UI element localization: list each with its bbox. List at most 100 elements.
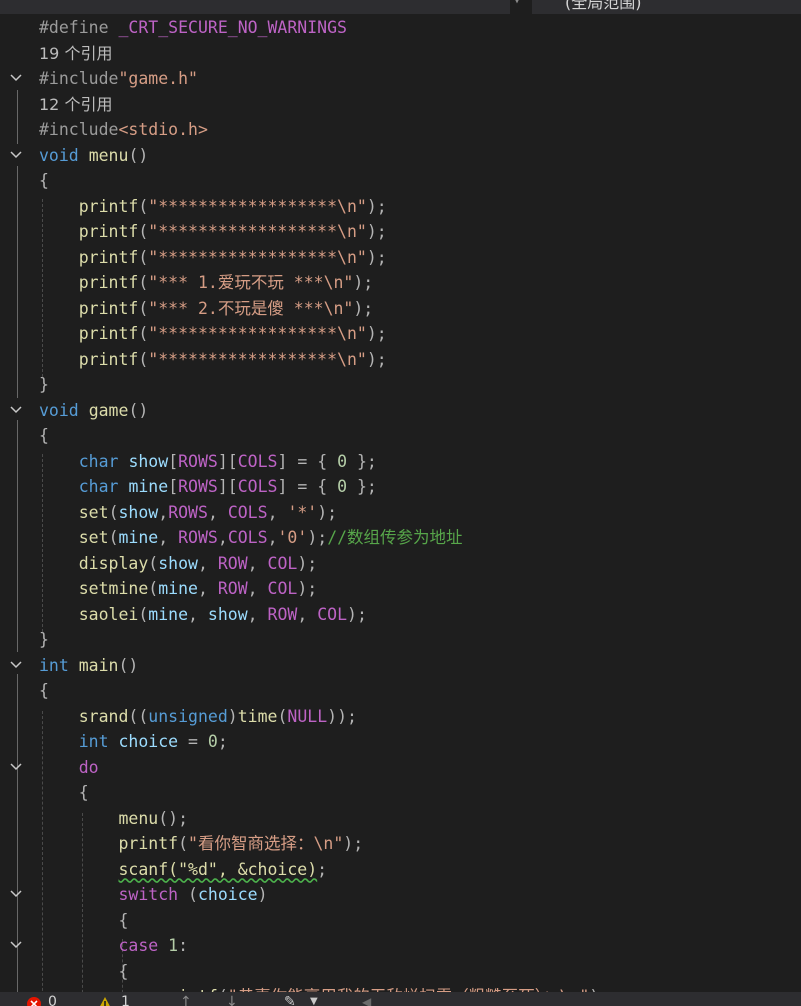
code-token: (	[138, 196, 149, 216]
code-token: (	[178, 834, 189, 853]
code-text: {	[39, 678, 49, 704]
scroll-left-icon[interactable]: ◀	[362, 995, 371, 1006]
code-text: srand((unsigned)time(NULL));	[39, 704, 357, 730]
code-token: mine	[118, 528, 159, 547]
code-token: };	[347, 477, 377, 496]
code-token: ()	[118, 655, 139, 675]
code-token: set	[78, 502, 109, 522]
code-token: ();	[158, 808, 189, 828]
code-line: #include<stdio.h>	[0, 117, 801, 143]
chevron-down-icon[interactable]	[8, 882, 24, 908]
arrow-down-icon[interactable]: ↓	[226, 994, 238, 1006]
code-token: do	[78, 757, 99, 777]
code-token: "看你智商选择：\n"	[188, 834, 344, 853]
codelens-references[interactable]: 19 个引用	[0, 41, 801, 67]
code-text: char mine[ROWS][COLS] = { 0 };	[39, 474, 377, 500]
code-token: mine	[158, 579, 198, 598]
code-token: '*'	[287, 502, 318, 522]
code-text: printf("******************\n");	[39, 194, 387, 220]
code-token: ));	[327, 706, 357, 726]
code-token: case	[118, 936, 159, 955]
code-line: printf("*** 2.不玩是傻 ***\n");	[0, 296, 801, 322]
code-token: ][	[217, 451, 238, 471]
chevron-down-icon[interactable]	[8, 755, 24, 781]
code-token: ,	[247, 553, 268, 573]
chevron-down-icon[interactable]	[8, 143, 24, 169]
codelens-references[interactable]: 12 个引用	[0, 92, 801, 118]
code-token: #include	[39, 69, 119, 88]
code-line: menu();	[0, 806, 801, 832]
code-text: case 1:	[39, 933, 188, 959]
code-token: ,	[267, 502, 288, 522]
navigation-bar: ▾ (全局范围)	[0, 0, 801, 14]
code-text: #include"game.h"	[39, 66, 198, 92]
dropdown-arrow-icon[interactable]: ▾	[514, 0, 520, 7]
chevron-down-icon[interactable]: ▼	[310, 996, 318, 1006]
code-token: (	[138, 298, 149, 318]
code-token: ;	[317, 859, 328, 879]
code-token: printf	[78, 196, 139, 216]
code-token: {	[39, 171, 49, 190]
warning-icon[interactable]	[97, 996, 113, 1006]
code-line: printf("******************\n");	[0, 219, 801, 245]
code-text: {	[39, 168, 49, 194]
code-token: char	[78, 477, 119, 496]
code-token: display	[78, 553, 149, 573]
brush-icon[interactable]: ✎	[284, 994, 296, 1006]
warning-count[interactable]: 1	[121, 994, 130, 1006]
code-token: printf	[78, 273, 139, 292]
code-editor[interactable]: #define _CRT_SECURE_NO_WARNINGS 19 个引用 #in…	[0, 14, 801, 992]
code-token: printf	[78, 222, 139, 241]
code-token: show	[158, 553, 198, 573]
code-text: char show[ROWS][COLS] = { 0 };	[39, 449, 377, 475]
chevron-down-icon[interactable]	[8, 66, 24, 92]
code-token: "*** 2.不玩是傻 ***\n"	[148, 298, 354, 318]
code-text: printf("恭喜你能享用我的无敌烂扫雷（粗糙至死）：\n");	[39, 984, 609, 992]
code-token: COLS	[227, 502, 268, 522]
code-token: unsigned	[148, 706, 228, 726]
error-icon[interactable]	[26, 996, 42, 1006]
code-line: {	[0, 678, 801, 704]
code-token: void	[39, 400, 79, 420]
chevron-down-icon[interactable]	[8, 933, 24, 959]
code-token: );	[297, 553, 318, 573]
code-line: #include"game.h"	[0, 66, 801, 92]
code-token: setmine	[78, 579, 149, 598]
code-token: (	[108, 528, 119, 547]
code-token: )	[227, 706, 238, 726]
chevron-down-icon[interactable]	[8, 398, 24, 424]
chevron-down-icon[interactable]	[8, 653, 24, 679]
code-text: set(mine, ROWS,COLS,'0');//数组传参为地址	[39, 525, 463, 551]
code-token: 19 个引用	[39, 43, 113, 63]
code-token: main	[78, 655, 119, 675]
code-token: (	[138, 349, 149, 369]
code-token: <stdio.h>	[118, 120, 208, 139]
code-text: display(show, ROW, COL);	[39, 551, 317, 577]
code-line: void game()	[0, 398, 801, 424]
arrow-up-icon[interactable]: ↑	[180, 994, 192, 1006]
error-count[interactable]: 0	[48, 994, 57, 1006]
code-line: {	[0, 423, 801, 449]
code-token: saolei	[78, 604, 139, 624]
code-line: printf("看你智商选择：\n");	[0, 831, 801, 857]
code-token: {	[78, 783, 89, 802]
code-token: )	[257, 885, 268, 904]
code-text: menu();	[39, 806, 188, 832]
code-token: :	[178, 936, 189, 955]
scope-dropdown[interactable]: (全局范围)	[565, 0, 642, 13]
code-token: );	[366, 247, 387, 267]
code-token: ,	[217, 528, 228, 547]
code-token: time	[237, 706, 278, 726]
